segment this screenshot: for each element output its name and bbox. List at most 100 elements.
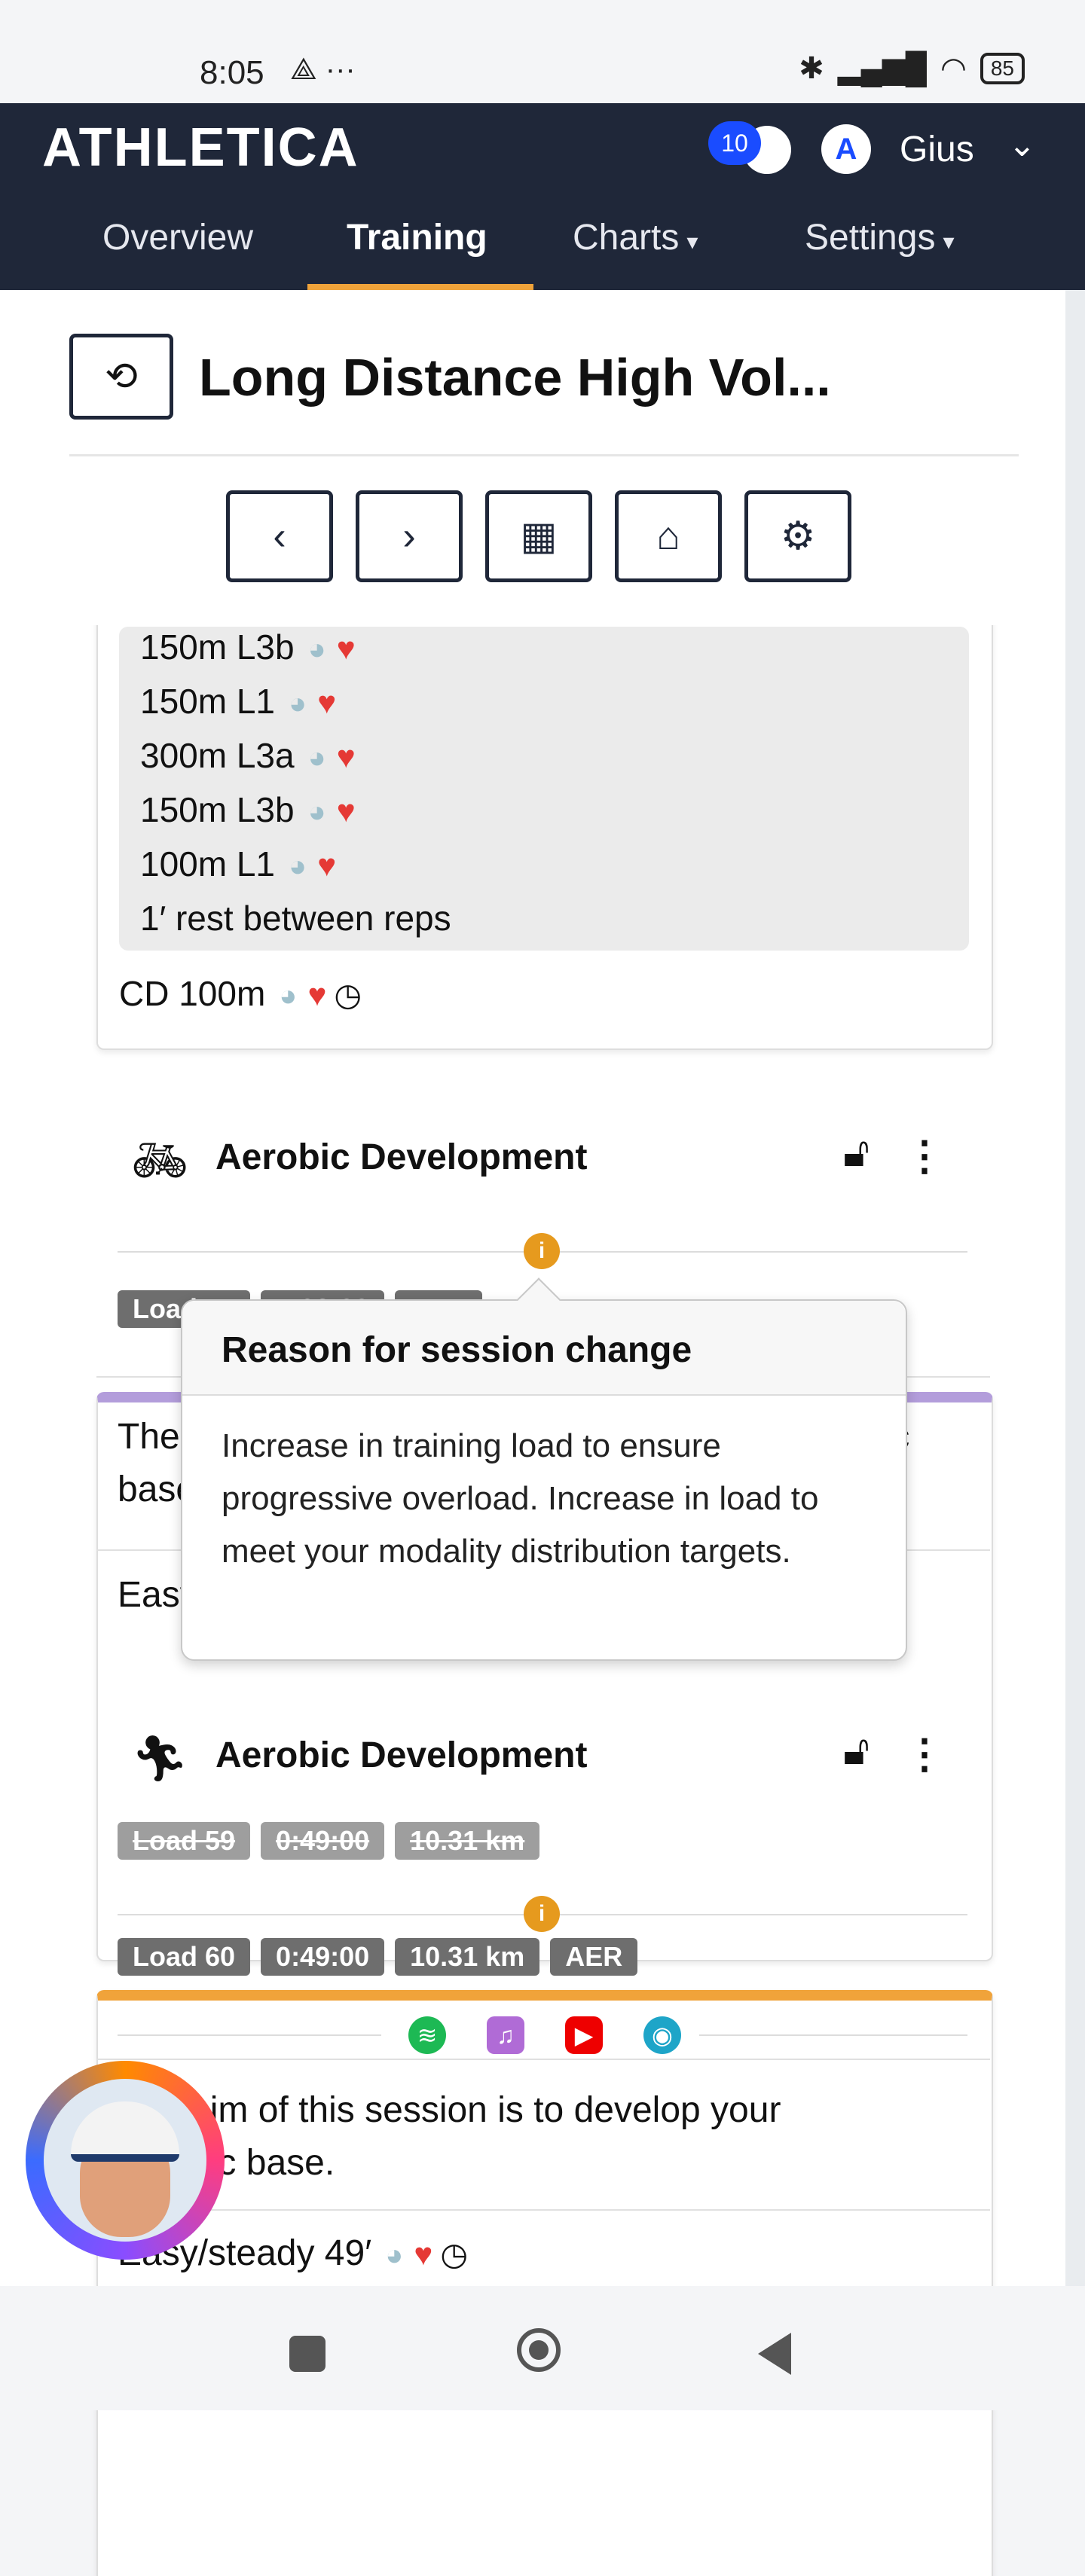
music-links: ≋ ♫ ▶ ◉	[96, 2016, 990, 2062]
status-left-icons: ⟁ ···	[290, 53, 356, 86]
back-triangle-icon[interactable]	[758, 2333, 791, 2375]
pace-gauge-icon[interactable]: ◕	[308, 741, 326, 775]
coach-cap	[71, 2101, 179, 2162]
old-duration-badge: 0:49:00	[261, 1822, 385, 1860]
home-icon: ⌂	[656, 514, 680, 558]
popover-title: Reason for session change	[222, 1330, 692, 1370]
caret-down-icon: ▾	[943, 230, 955, 255]
clock-icon[interactable]: ◷	[440, 2228, 468, 2281]
session-card-3-content: 🏃︎ Aerobic Development 🔓︎ ⋮ Load 59 0:49…	[96, 1700, 990, 2288]
divider	[118, 2034, 381, 2036]
tab-charts[interactable]: Charts ▾	[573, 186, 698, 290]
old-load-badge: Load 59	[118, 1822, 251, 1860]
next-day-button[interactable]: ›	[356, 490, 463, 582]
day-navigation: ‹ › ▦ ⌂ ⚙	[226, 490, 851, 582]
step-item: 100m L1 ◕ ♥	[140, 844, 337, 884]
title-row: ⟲ Long Distance High Vol...	[69, 334, 1019, 456]
distance-badge: 10.31 km	[395, 1938, 540, 1976]
gear-icon: ⚙	[780, 514, 816, 558]
pace-gauge-icon[interactable]: ◕	[308, 795, 326, 829]
active-tab-indicator	[307, 284, 533, 290]
chevron-right-icon: ›	[402, 514, 416, 558]
chevron-left-icon: ‹	[273, 514, 286, 558]
session-badges: Load 60 0:49:00 10.31 km AER	[118, 1938, 638, 1976]
load-badge[interactable]: Load 60	[118, 1938, 251, 1976]
old-distance-badge: 10.31 km	[395, 1822, 540, 1860]
unlock-icon[interactable]: 🔓︎	[843, 1727, 870, 1775]
bluetooth-icon: ✱	[799, 52, 824, 85]
status-right-icons: ✱ ▂▄▆█ ◠ 85	[799, 51, 1025, 86]
heart-icon[interactable]: ♥	[414, 2228, 432, 2281]
info-icon[interactable]: i	[524, 1233, 560, 1269]
step-item: 150m L1 ◕ ♥	[140, 682, 337, 721]
duration-badge: 0:49:00	[261, 1938, 385, 1976]
running-icon: 🏃︎	[131, 1733, 189, 1784]
session-card: 150m L3b ◕ ♥ 150m L1 ◕ ♥ 300m L3a ◕ ♥ 150m L3b…	[96, 625, 993, 1050]
calendar-button[interactable]: ▦	[485, 490, 592, 582]
history-button[interactable]: ⟲	[69, 334, 173, 420]
previous-day-button[interactable]: ‹	[226, 490, 333, 582]
pace-gauge-icon[interactable]: ◕	[289, 687, 307, 721]
signal-icon: ▂▄▆█	[837, 52, 927, 85]
more-options-icon[interactable]: ⋮	[904, 1132, 945, 1180]
steps-box: 150m L3b ◕ ♥ 150m L1 ◕ ♥ 300m L3a ◕ ♥ 150m L3b…	[119, 627, 969, 951]
pace-gauge-icon[interactable]: ◕	[385, 2229, 403, 2281]
tab-overview[interactable]: Overview	[102, 186, 253, 290]
recent-apps-icon[interactable]	[289, 2336, 326, 2372]
pace-gauge-icon[interactable]: ◕	[279, 979, 297, 1013]
main-tabs: Overview Training Charts ▾ Settings ▾	[0, 186, 1085, 290]
history-icon: ⟲	[105, 355, 138, 398]
cooldown-line: CD 100m ◕ ♥ ◷	[119, 974, 362, 1013]
user-name[interactable]: Gius	[900, 129, 974, 170]
athletica-logo[interactable]: ATHLETICA	[42, 117, 359, 179]
popover-body: Increase in training load to ensure prog…	[222, 1427, 819, 1570]
status-bar: 8:05 ⟁ ··· ✱ ▂▄▆█ ◠ 85	[0, 0, 1085, 103]
chevron-down-icon[interactable]: ⌄	[1008, 126, 1036, 164]
calendar-icon: ▦	[520, 514, 558, 558]
tab-settings[interactable]: Settings ▾	[805, 186, 955, 290]
user-avatar[interactable]: A	[821, 124, 871, 174]
type-badge[interactable]: AER	[550, 1938, 638, 1976]
notification-badge[interactable]: 10	[708, 121, 761, 165]
wifi-icon: ◠	[940, 52, 967, 85]
bike-icon: 🚲︎	[131, 1135, 189, 1186]
session-change-popover[interactable]: Reason for session change Increase in tr…	[181, 1277, 907, 1661]
previous-badges: Load 59 0:49:00 10.31 km	[118, 1822, 540, 1860]
step-item: 300m L3a ◕ ♥	[140, 736, 356, 775]
podcast-icon[interactable]: ◉	[643, 2016, 681, 2054]
heart-icon[interactable]: ♥	[317, 847, 336, 884]
step-item: 150m L3b ◕ ♥	[140, 627, 356, 667]
heart-icon[interactable]: ♥	[337, 630, 356, 667]
session-title: Aerobic Development	[215, 1735, 588, 1775]
pace-gauge-icon[interactable]: ◕	[308, 633, 326, 667]
step-item: 150m L3b ◕ ♥	[140, 790, 356, 829]
info-icon[interactable]: i	[524, 1896, 560, 1932]
more-options-icon[interactable]: ⋮	[904, 1730, 945, 1778]
home-circle-icon[interactable]	[517, 2328, 561, 2372]
youtube-icon[interactable]: ▶	[565, 2016, 603, 2054]
settings-button[interactable]: ⚙	[744, 490, 851, 582]
battery-icon: 85	[980, 53, 1025, 84]
top-navbar: ATHLETICA 10 A Gius ⌄ Overview Training …	[0, 103, 1085, 290]
heart-icon[interactable]: ♥	[307, 977, 326, 1013]
divider	[96, 2059, 990, 2060]
page-title: Long Distance High Vol...	[199, 348, 831, 407]
scrollbar-track[interactable]	[1065, 290, 1085, 2286]
coach-portrait	[44, 2079, 206, 2242]
home-button[interactable]: ⌂	[615, 490, 722, 582]
divider	[699, 2034, 967, 2036]
unlock-icon[interactable]: 🔓︎	[843, 1129, 870, 1177]
spotify-icon[interactable]: ≋	[408, 2016, 446, 2054]
caret-down-icon: ▾	[686, 230, 698, 255]
heart-icon[interactable]: ♥	[317, 685, 336, 721]
tab-training[interactable]: Training	[347, 186, 487, 290]
step-item: 1′ rest between reps	[140, 899, 451, 938]
status-time: 8:05	[200, 54, 264, 91]
ai-coach-avatar[interactable]	[26, 2061, 225, 2260]
heart-icon[interactable]: ♥	[337, 793, 356, 829]
pace-gauge-icon[interactable]: ◕	[289, 850, 307, 884]
clock-icon[interactable]: ◷	[334, 976, 362, 1013]
popover-header: Reason for session change	[182, 1301, 906, 1396]
heart-icon[interactable]: ♥	[337, 739, 356, 775]
apple-music-icon[interactable]: ♫	[487, 2016, 524, 2054]
